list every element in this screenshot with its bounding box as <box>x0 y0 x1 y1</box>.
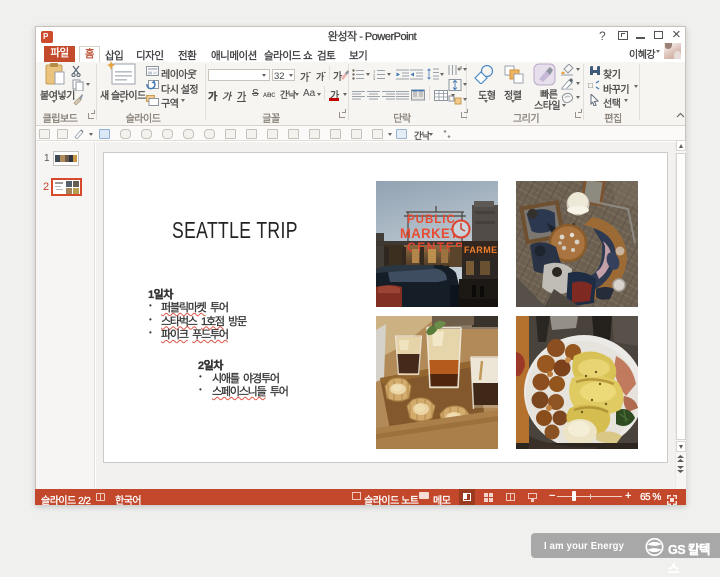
svg-text:FARMERS: FARMERS <box>464 245 498 255</box>
svg-text:□: □ <box>588 81 593 90</box>
svg-text:PUBLIC: PUBLIC <box>407 213 456 226</box>
svg-text:3: 3 <box>373 76 376 80</box>
svg-text:MARKET: MARKET <box>400 226 459 242</box>
